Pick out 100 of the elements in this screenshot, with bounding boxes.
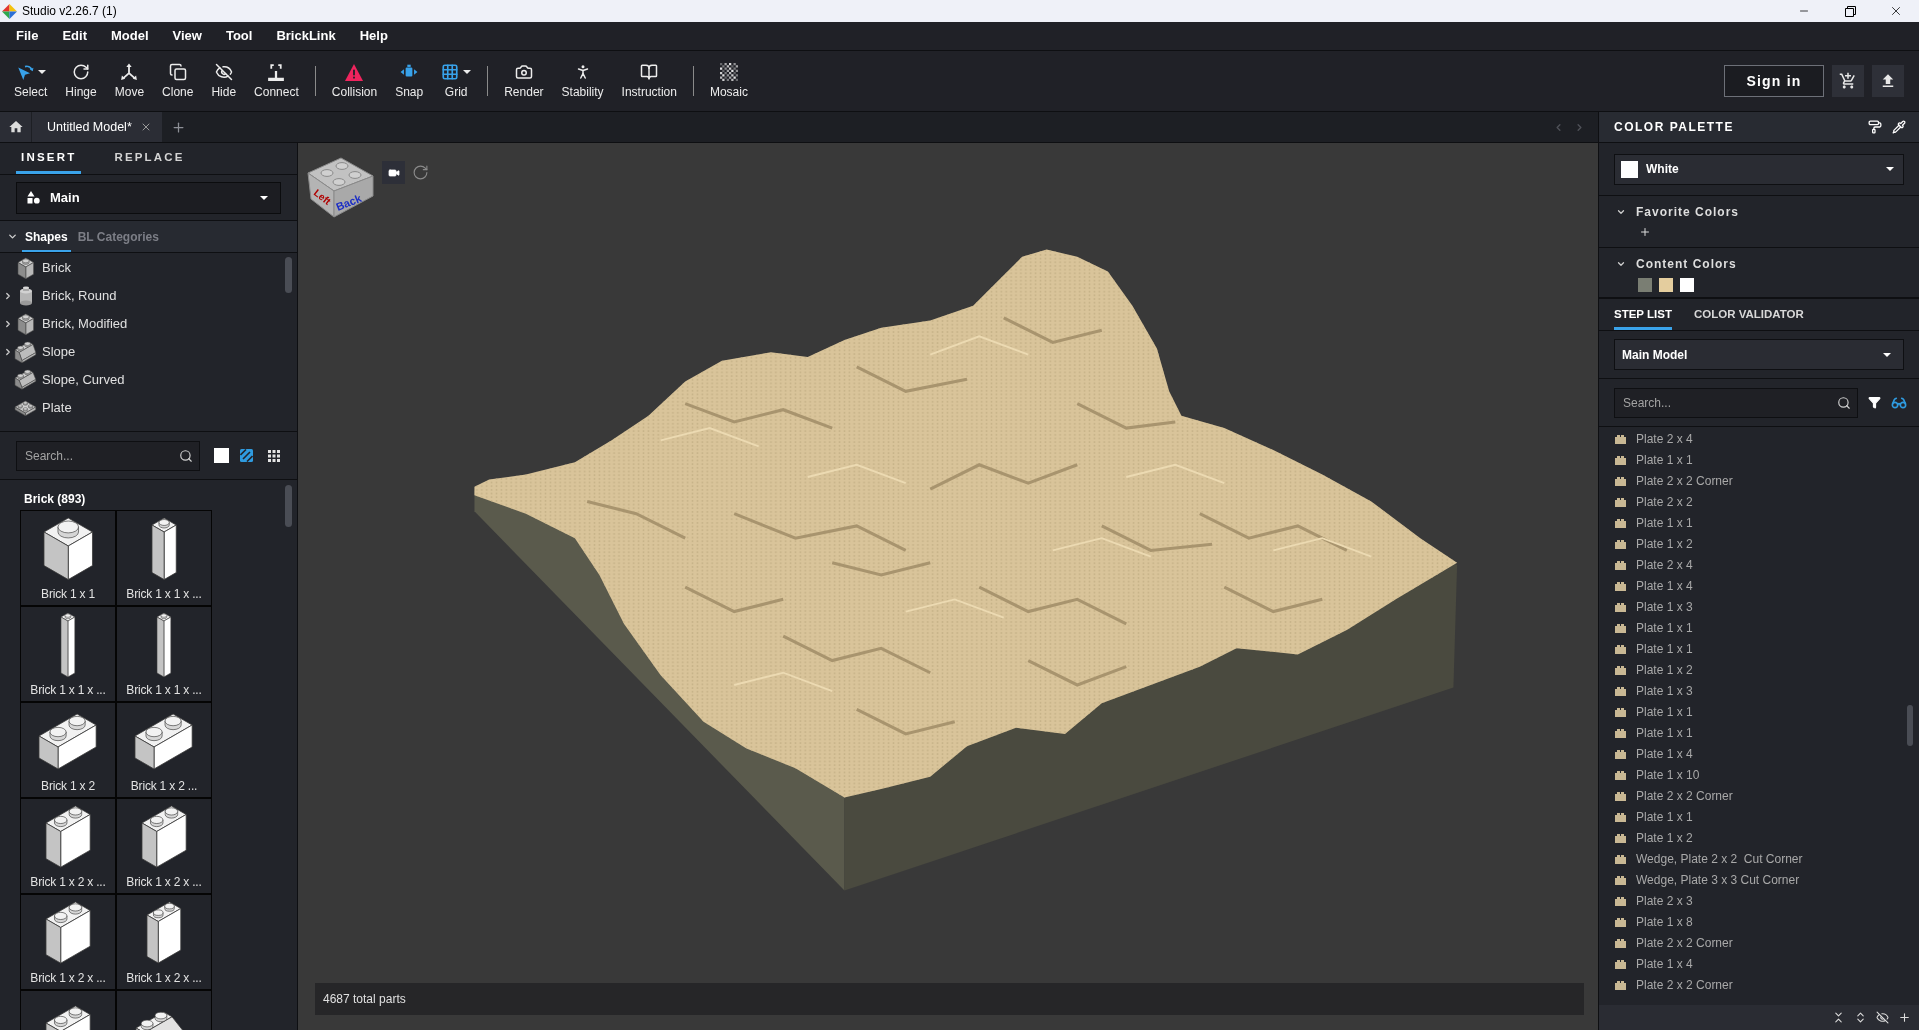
color-swatch-icon[interactable] xyxy=(1680,278,1694,292)
panel-tab[interactable]: INSERT xyxy=(16,143,82,174)
menu-item[interactable]: Tool xyxy=(213,22,265,50)
shape-category-item[interactable]: Brick, Round xyxy=(0,282,285,310)
step-list-item[interactable]: Plate 1 x 1 xyxy=(1599,638,1907,659)
step-list-item[interactable]: Plate 1 x 2 xyxy=(1599,827,1907,848)
tool-button[interactable]: Stability xyxy=(552,55,613,107)
step-list-item[interactable]: Plate 2 x 2 Corner xyxy=(1599,470,1907,491)
step-list-item[interactable]: Plate 1 x 1 xyxy=(1599,617,1907,638)
document-tab[interactable]: Untitled Model* xyxy=(32,112,162,142)
part-tile[interactable]: Brick 1 x 2 ... xyxy=(117,703,211,797)
step-list-item[interactable]: Plate 1 x 2 xyxy=(1599,533,1907,554)
menu-item[interactable]: BrickLink xyxy=(264,22,348,50)
step-list-item[interactable]: Plate 2 x 2 xyxy=(1599,491,1907,512)
chevron-down-icon[interactable] xyxy=(1616,259,1626,269)
tool-button[interactable]: Select xyxy=(5,55,57,107)
model-dropdown[interactable]: Main Model xyxy=(1614,339,1904,370)
panel-tab[interactable]: REPLACE xyxy=(109,143,190,174)
step-list-item[interactable]: Wedge, Plate 2 x 2 Cut Corner xyxy=(1599,848,1907,869)
menu-item[interactable]: Help xyxy=(347,22,400,50)
part-tile[interactable]: Brick 1 x 2 x ... xyxy=(117,895,211,989)
step-list-item[interactable]: Wedge, Plate 3 x 3 Cut Corner xyxy=(1599,869,1907,890)
color-swatch-icon[interactable] xyxy=(1659,278,1673,292)
category-tab[interactable]: BL Categories xyxy=(74,221,162,252)
step-list-item[interactable]: Plate 1 x 4 xyxy=(1599,953,1907,974)
search-field[interactable]: Search... xyxy=(16,440,200,471)
panel-tab[interactable]: COLOR VALIDATOR xyxy=(1693,299,1804,330)
search-icon[interactable] xyxy=(179,448,193,463)
shape-category-item[interactable]: Brick, Modified xyxy=(0,310,285,338)
tool-button[interactable]: Mosaic xyxy=(700,55,757,107)
panel-tab[interactable]: STEP LIST xyxy=(1614,299,1672,330)
step-list-item[interactable]: Plate 1 x 3 xyxy=(1599,596,1907,617)
shape-category-item[interactable]: Slope, Curved xyxy=(0,366,285,394)
step-list-item[interactable]: Plate 2 x 4 xyxy=(1599,554,1907,575)
step-list-item[interactable]: Plate 1 x 1 xyxy=(1599,449,1907,470)
part-tile[interactable]: Brick 1 x 2 xyxy=(21,703,115,797)
shape-category-item[interactable]: Plate xyxy=(0,394,285,422)
search-icon[interactable] xyxy=(1837,395,1851,410)
step-list-item[interactable]: Plate 1 x 1 xyxy=(1599,512,1907,533)
tool-button[interactable]: Snap xyxy=(386,55,433,107)
striped-square-icon[interactable] xyxy=(240,449,253,462)
rotate-icon[interactable] xyxy=(412,164,429,181)
step-list-item[interactable]: Plate 1 x 3 xyxy=(1599,680,1907,701)
add-color-button[interactable] xyxy=(1639,226,1651,238)
tool-button[interactable]: Connect xyxy=(245,55,308,107)
step-list-item[interactable]: Plate 1 x 1 xyxy=(1599,722,1907,743)
tool-button[interactable]: Clone xyxy=(153,55,203,107)
category-tab[interactable]: Shapes xyxy=(22,221,71,252)
palette-dropdown[interactable]: Main xyxy=(16,181,281,214)
step-list-item[interactable]: Plate 1 x 1 xyxy=(1599,806,1907,827)
upload-button[interactable] xyxy=(1872,65,1904,97)
color-dropdown[interactable]: White xyxy=(1614,153,1904,185)
step-list-item[interactable]: Plate 2 x 4 xyxy=(1599,428,1907,449)
part-tile[interactable]: Brick 1 x 1 xyxy=(21,511,115,605)
filter-button[interactable] xyxy=(1868,396,1881,409)
color-swatch-icon[interactable] xyxy=(214,448,229,463)
menu-item[interactable]: File xyxy=(4,22,51,50)
part-tile[interactable]: Brick 1 x 2 x ... xyxy=(117,799,211,893)
part-tile[interactable]: Brick 1 x 1 x ... xyxy=(21,607,115,701)
tool-button[interactable]: Hide xyxy=(202,55,246,107)
search-field[interactable]: Search... xyxy=(1614,387,1858,418)
menu-item[interactable]: View xyxy=(160,22,214,50)
tool-button[interactable]: Instruction xyxy=(612,55,686,107)
color-swatch-icon[interactable] xyxy=(1638,278,1652,292)
paint-roller-button[interactable] xyxy=(1868,120,1882,134)
chevron-down-icon[interactable] xyxy=(7,231,18,242)
part-tile[interactable]: Brick 1 x 2 x ... xyxy=(21,799,115,893)
dot-grid-icon[interactable] xyxy=(268,449,280,462)
step-list-item[interactable]: Plate 2 x 3 xyxy=(1599,890,1907,911)
step-list-item[interactable]: Plate 2 x 2 Corner xyxy=(1599,974,1907,995)
step-list-item[interactable]: Plate 1 x 8 xyxy=(1599,911,1907,932)
part-tile[interactable]: Brick 1 x 1 x ... xyxy=(117,511,211,605)
tool-button[interactable]: Collision xyxy=(322,55,387,107)
menu-item[interactable]: Model xyxy=(98,22,161,50)
step-list-item[interactable]: Plate 1 x 1 xyxy=(1599,701,1907,722)
chevron-down-icon[interactable] xyxy=(1616,207,1626,217)
step-list-item[interactable]: Plate 1 x 10 xyxy=(1599,764,1907,785)
home-button[interactable] xyxy=(0,112,31,142)
step-list-item[interactable]: Plate 1 x 4 xyxy=(1599,575,1907,596)
camera-button[interactable] xyxy=(382,161,405,184)
tool-button[interactable]: Render xyxy=(495,55,553,107)
viewport[interactable]: Left Back 4687 total parts xyxy=(298,143,1598,1030)
part-tile[interactable]: Brick 1 x 1 x ... xyxy=(117,607,211,701)
tool-button[interactable]: Move xyxy=(105,55,154,107)
scrollbar-thumb[interactable] xyxy=(285,485,292,527)
cart-button[interactable] xyxy=(1832,65,1864,97)
step-list-item[interactable]: Plate 1 x 2 xyxy=(1599,659,1907,680)
eyedropper-button[interactable] xyxy=(1892,120,1906,134)
scrollbar-thumb[interactable] xyxy=(1907,705,1913,746)
scrollbar-thumb[interactable] xyxy=(285,257,292,293)
step-list-item[interactable]: Plate 1 x 4 xyxy=(1599,743,1907,764)
step-list-item[interactable]: Plate 2 x 2 Corner xyxy=(1599,932,1907,953)
tool-button[interactable]: Hinge xyxy=(56,55,106,107)
step-list-item[interactable]: Plate 2 x 2 Corner xyxy=(1599,785,1907,806)
shape-category-item[interactable]: Slope xyxy=(0,338,285,366)
part-tile[interactable]: Brick 1 x 2 x ... xyxy=(21,895,115,989)
shape-category-item[interactable]: Brick xyxy=(0,254,285,282)
menu-item[interactable]: Edit xyxy=(50,22,99,50)
tool-button[interactable]: Grid xyxy=(432,55,481,107)
sign-in-button[interactable]: Sign in xyxy=(1724,65,1824,97)
